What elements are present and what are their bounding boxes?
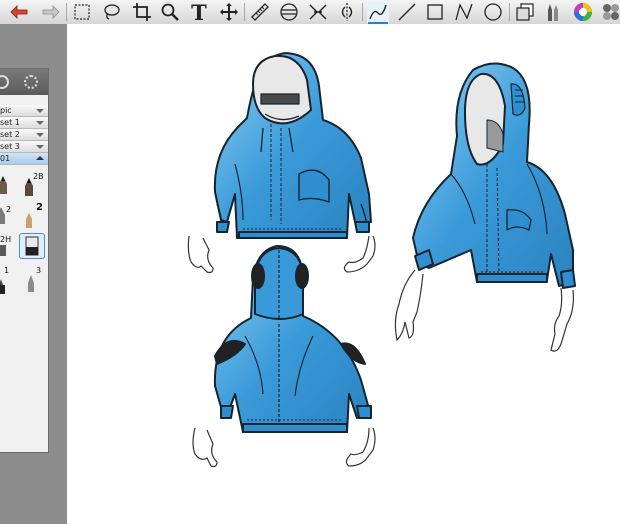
rect-select-icon[interactable] — [71, 1, 93, 23]
chevron-down-icon — [36, 145, 44, 149]
move-icon[interactable] — [218, 1, 240, 23]
chevron-up-icon — [36, 156, 44, 160]
preset-row[interactable]: set 1 — [0, 117, 48, 129]
ellipse-icon[interactable] — [482, 1, 504, 23]
preset-label: 01 — [0, 154, 11, 163]
chevron-down-icon — [36, 109, 44, 113]
eraser-brush-icon — [25, 236, 39, 256]
preset-row-selected[interactable]: 01 — [0, 153, 48, 165]
preset-label: set 3 — [0, 142, 20, 151]
layers-icon[interactable] — [514, 1, 536, 23]
swatches-icon[interactable] — [600, 1, 620, 23]
preset-label: pic — [0, 106, 12, 115]
brush-label: 2B — [33, 172, 44, 181]
selected-brush[interactable] — [19, 233, 45, 259]
palette-header — [0, 69, 48, 95]
hoodie-sketches — [187, 52, 576, 468]
undo-icon[interactable] — [8, 1, 30, 23]
chevron-down-icon — [36, 133, 44, 137]
text-tool-glyph: T — [191, 0, 207, 25]
ellipse-guide-icon[interactable] — [278, 1, 300, 23]
text-icon[interactable]: T — [188, 0, 210, 25]
brush-label: 3 — [36, 266, 42, 275]
hoodie-three-quarter-view — [412, 62, 576, 289]
brush-label: 2H — [0, 235, 12, 244]
brush-library-icon[interactable] — [542, 1, 564, 23]
brush-label: 1 — [4, 266, 10, 275]
airbrush-icon[interactable] — [24, 273, 38, 293]
drawing-canvas[interactable] — [67, 24, 620, 524]
palette-close-icon[interactable] — [0, 75, 9, 89]
redo-icon[interactable] — [40, 1, 62, 23]
preset-row[interactable]: pic — [0, 105, 48, 117]
hoodie-front-view — [213, 52, 372, 239]
brush-label: 2 — [6, 205, 12, 214]
preset-label: set 2 — [0, 130, 20, 139]
brush-label: 2 — [36, 202, 43, 213]
pencil-brush-icon[interactable] — [0, 175, 10, 195]
zoom-icon[interactable] — [159, 1, 181, 23]
line-icon[interactable] — [367, 1, 389, 24]
pen-brush-icon[interactable] — [0, 275, 8, 295]
lasso-icon[interactable] — [100, 1, 122, 23]
hands-back — [192, 427, 376, 468]
perspective-icon[interactable] — [307, 1, 329, 23]
marker-brush-icon[interactable] — [22, 209, 36, 229]
rectangle-icon[interactable] — [424, 1, 446, 23]
polyline-icon[interactable] — [453, 1, 475, 23]
preset-row[interactable]: set 2 — [0, 129, 48, 141]
preset-label: set 1 — [0, 118, 20, 127]
hoodie-back-view — [213, 245, 372, 433]
preset-row[interactable]: set 3 — [0, 141, 48, 153]
brush-palette: pic set 1 set 2 set 3 01 2B 2 2 2H 1 3 — [0, 68, 49, 453]
palette-settings-icon[interactable] — [24, 75, 38, 89]
straight-line-icon[interactable] — [396, 1, 418, 23]
crop-icon[interactable] — [131, 1, 153, 23]
color-wheel-icon[interactable] — [572, 1, 594, 23]
chevron-down-icon — [36, 121, 44, 125]
top-toolbar: T — [0, 0, 620, 25]
ruler-icon[interactable] — [249, 1, 271, 23]
symmetry-icon[interactable] — [336, 1, 358, 23]
